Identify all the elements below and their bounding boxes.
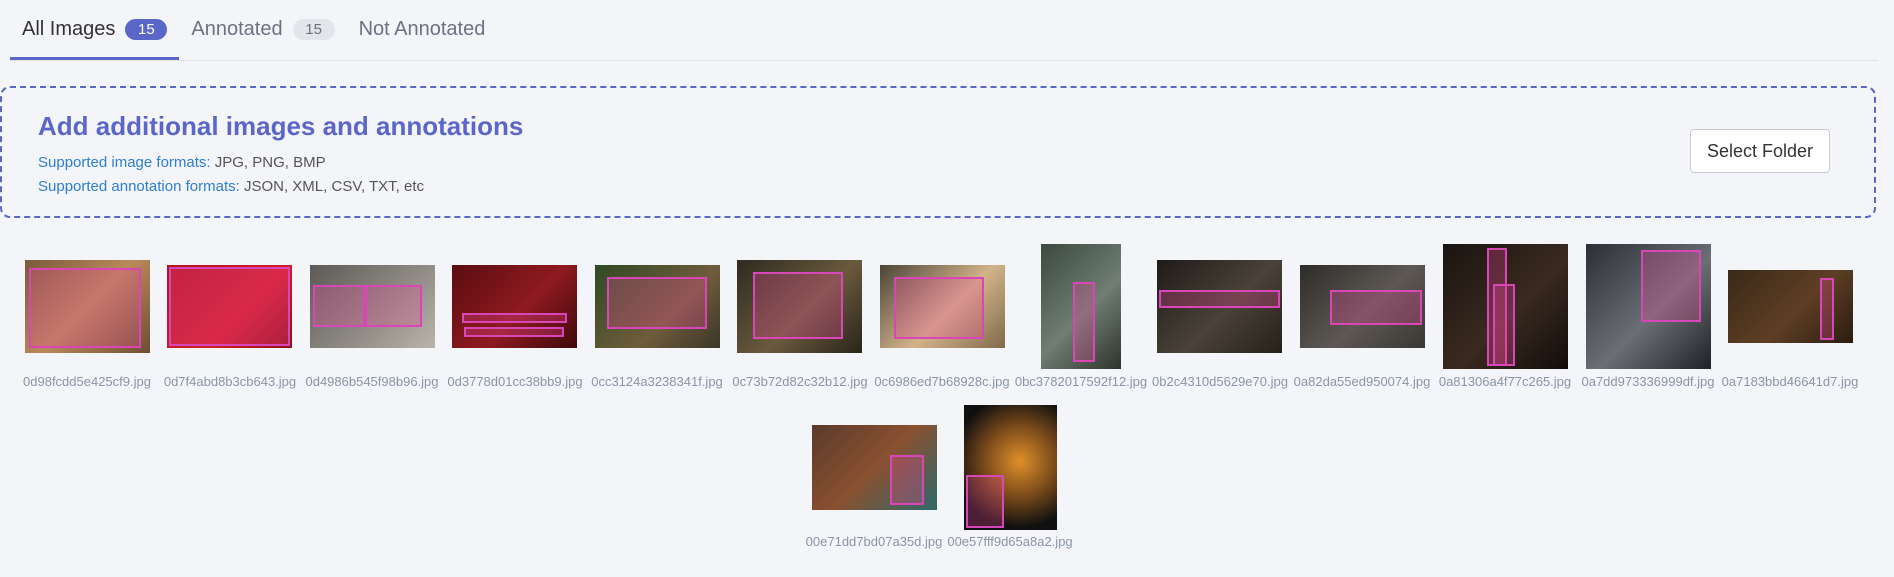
image-filename: 0a82da55ed950074.jpg (1293, 374, 1431, 389)
image-thumbnail[interactable] (812, 425, 937, 510)
image-filename: 0d98fcdd5e425cf9.jpg (23, 374, 151, 389)
bounding-box (1330, 290, 1422, 325)
bounding-box (462, 313, 567, 323)
bounding-box (607, 277, 707, 329)
image-filename: 0a7dd973336999df.jpg (1581, 374, 1715, 389)
image-filename: 0c6986ed7b68928c.jpg (874, 374, 1010, 389)
image-thumbnail[interactable] (25, 260, 150, 353)
image-filename: 00e57fff9d65a8a2.jpg (947, 534, 1073, 549)
image-filename: 0bc3782017592f12.jpg (1014, 374, 1148, 389)
image-thumbnail[interactable] (1041, 244, 1121, 369)
bounding-box (365, 285, 422, 327)
bounding-box (1641, 250, 1701, 322)
bounding-box (753, 272, 843, 339)
image-filename: 0cc3124a3238341f.jpg (591, 374, 723, 389)
image-thumbnail[interactable] (310, 265, 435, 348)
image-filename: 0c73b72d82c32b12.jpg (732, 374, 868, 389)
bounding-box (1159, 290, 1280, 308)
tab-label: Annotated (191, 18, 283, 40)
image-thumbnail[interactable] (167, 265, 292, 348)
bounding-box (1493, 284, 1515, 366)
bounding-box (1820, 278, 1834, 340)
image-thumbnail[interactable] (737, 260, 862, 353)
annotation-formats-line: Supported annotation formats: JSON, XML,… (38, 178, 424, 195)
image-thumbnail[interactable] (1300, 265, 1425, 348)
bounding-box (464, 327, 564, 337)
image-thumbnail[interactable] (1443, 244, 1568, 369)
image-thumbnail[interactable] (1157, 260, 1282, 353)
bounding-box (29, 268, 141, 348)
image-thumbnail[interactable] (595, 265, 720, 348)
tab-all-images[interactable]: All Images 15 (10, 2, 180, 60)
tab-not-annotated[interactable]: Not Annotated (347, 2, 498, 60)
count-badge: 15 (292, 19, 335, 40)
bounding-box (313, 285, 365, 327)
bounding-box (966, 475, 1004, 528)
tab-label: Not Annotated (358, 18, 486, 40)
annotation-formats-value: JSON, XML, CSV, TXT, etc (239, 178, 425, 195)
image-thumbnail[interactable] (880, 265, 1005, 348)
image-thumbnail[interactable] (1586, 244, 1711, 369)
upload-dropzone[interactable]: Add additional images and annotations Su… (0, 86, 1876, 218)
bounding-box (894, 277, 984, 339)
bounding-box (1073, 282, 1095, 362)
tab-label: All Images (22, 18, 116, 40)
image-filename: 0a81306a4f77c265.jpg (1438, 374, 1572, 389)
bounding-box (890, 455, 924, 505)
select-folder-button[interactable]: Select Folder (1690, 129, 1830, 173)
image-filename: 0a7183bbd46641d7.jpg (1721, 374, 1859, 389)
image-thumbnail[interactable] (964, 405, 1057, 530)
image-thumbnail[interactable] (452, 265, 577, 348)
annotation-formats-label: Supported annotation formats: (38, 178, 240, 195)
tab-annotated[interactable]: Annotated 15 (179, 2, 346, 60)
image-thumbnail[interactable] (1728, 270, 1853, 343)
image-filter-tabs: All Images 15 Annotated 15 Not Annotated (10, 0, 1878, 61)
image-filename: 0d7f4abd8b3cb643.jpg (163, 374, 297, 389)
image-filename: 0d3778d01cc38bb9.jpg (447, 374, 583, 389)
image-formats-value: JPG, PNG, BMP (210, 154, 326, 171)
count-badge: 15 (125, 19, 168, 40)
image-filename: 0b2c4310d5629e70.jpg (1152, 374, 1288, 389)
image-filename: 00e71dd7bd07a35d.jpg (805, 534, 943, 549)
bounding-box (169, 267, 290, 346)
image-filename: 0d4986b545f98b96.jpg (305, 374, 439, 389)
image-formats-label: Supported image formats: (38, 154, 211, 171)
upload-title: Add additional images and annotations (38, 111, 524, 141)
image-formats-line: Supported image formats: JPG, PNG, BMP (38, 154, 326, 171)
